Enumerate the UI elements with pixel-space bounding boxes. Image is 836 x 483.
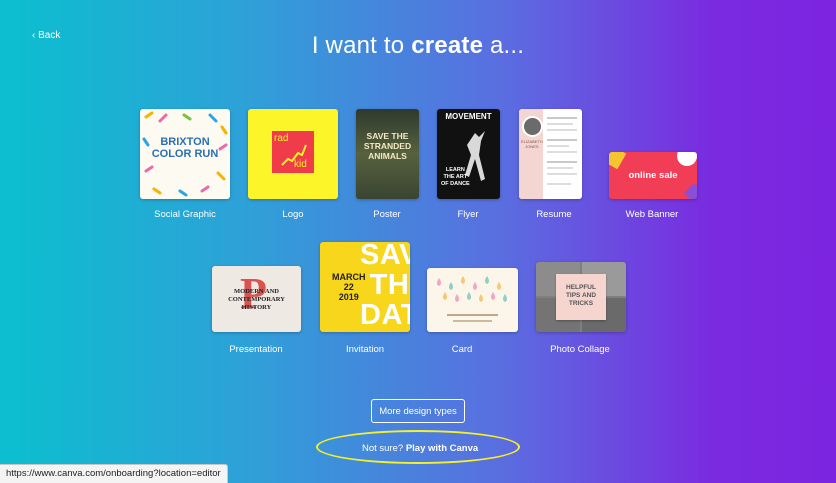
photo-collage-thumbnail: HELPFUL TIPS AND TRICKS xyxy=(536,262,626,332)
tile-label: Photo Collage xyxy=(550,344,610,355)
social-graphic-thumbnail: BRIXTON COLOR RUN xyxy=(140,109,230,199)
play-with-canva-link[interactable]: Play with Canva xyxy=(406,443,478,454)
invitation-thumbnail: MARCH 22 2019 SAVE THE DATE xyxy=(320,242,410,332)
tile-label: Social Graphic xyxy=(154,209,216,220)
resume-thumbnail: ELIZABETH JONES xyxy=(519,109,582,199)
tile-label: Poster xyxy=(373,209,401,220)
card-thumbnail xyxy=(427,268,518,332)
logo-thumbnail: rad kid xyxy=(248,109,338,199)
tile-label: Invitation xyxy=(345,344,385,355)
flyer-thumbnail: MOVEMENT LEARN THE ART OF DANCE xyxy=(437,109,500,199)
status-bar-url: https://www.canva.com/onboarding?locatio… xyxy=(0,464,228,483)
tile-label: Resume xyxy=(536,209,572,220)
not-sure-prompt: Not sure? Play with Canva xyxy=(362,443,479,454)
poster-thumbnail: SAVE THE STRANDED ANIMALS xyxy=(356,109,419,199)
tile-label: Card xyxy=(451,344,473,355)
presentation-thumbnail: P MODERN AND CONTEMPORARY HISTORY xyxy=(212,266,301,332)
tile-label: Flyer xyxy=(457,209,479,220)
web-banner-thumbnail: online sale xyxy=(609,152,697,199)
page-title: I want to create a... xyxy=(311,32,525,59)
tile-label: Web Banner xyxy=(625,209,679,220)
tile-label: Presentation xyxy=(229,344,283,355)
more-design-types-button[interactable]: More design types xyxy=(371,399,465,423)
tile-label: Logo xyxy=(282,209,304,220)
